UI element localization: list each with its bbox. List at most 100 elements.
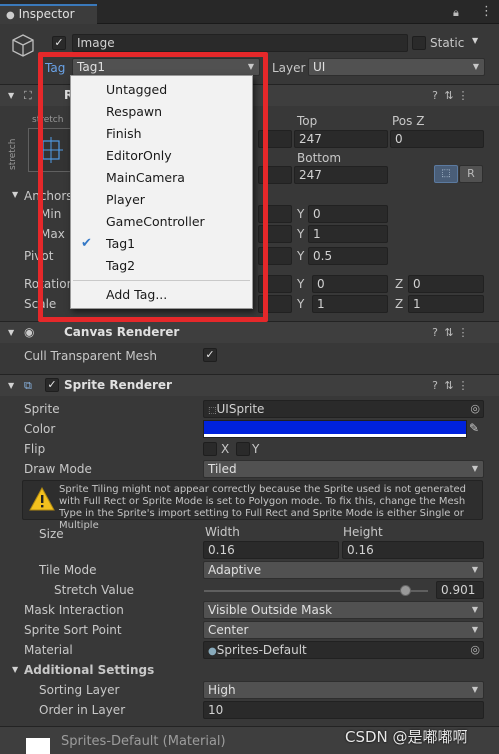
flip-x-checkbox[interactable]: [203, 442, 217, 456]
pivot-y-label: Y: [297, 249, 305, 263]
sprite-object-field[interactable]: ⬚UISprite ◎: [203, 400, 484, 418]
stretch-slider-track[interactable]: [204, 590, 428, 592]
material-label: Material: [24, 643, 73, 657]
mask-interaction-label: Mask Interaction: [24, 603, 124, 617]
sprite-sort-point-value: Center: [208, 623, 249, 637]
sorting-layer-label: Sorting Layer: [39, 683, 120, 697]
draw-mode-value: Tiled: [208, 462, 237, 476]
more-menu-icon[interactable]: ⋮: [480, 4, 493, 19]
cull-transparent-label: Cull Transparent Mesh: [24, 349, 157, 363]
order-in-layer-input[interactable]: 10: [203, 701, 484, 719]
anchors-min-y-label: Y: [297, 207, 305, 221]
collapse-arrow-icon[interactable]: ▼: [8, 322, 14, 343]
scale-z-input[interactable]: 1: [408, 295, 484, 313]
help-icon[interactable]: ?: [428, 322, 442, 343]
preset-icon[interactable]: ⇅: [442, 375, 456, 396]
posz-input[interactable]: 0: [390, 130, 484, 148]
material-thumbnail: [26, 738, 50, 754]
anchors-max-y-input[interactable]: 1: [308, 225, 388, 243]
flip-y-label: Y: [252, 442, 260, 456]
tiling-warning-box: Sprite Tiling might not appear correctly…: [22, 480, 483, 531]
gameobject-cube-icon: [10, 32, 36, 58]
static-dropdown-icon[interactable]: ▼: [472, 36, 478, 45]
more-icon[interactable]: ⋮: [456, 375, 470, 396]
tile-mode-dropdown[interactable]: Adaptive ▼: [203, 561, 484, 579]
layer-dropdown-value: UI: [313, 60, 326, 74]
size-label: Size: [39, 527, 64, 541]
eye-icon: ◉: [24, 325, 35, 339]
sprite-renderer-header[interactable]: ▼ ⧉ ✓ Sprite Renderer ? ⇅ ⋮: [0, 374, 499, 396]
sprite-object-value: UISprite: [216, 402, 265, 416]
additional-settings-fold-icon[interactable]: ▼: [12, 665, 18, 674]
chevron-down-icon: ▼: [471, 565, 478, 574]
bottom-label: Bottom: [297, 151, 342, 165]
size-height-input[interactable]: 0.16: [342, 541, 484, 559]
collapse-arrow-icon[interactable]: ▼: [8, 375, 14, 396]
help-icon[interactable]: ?: [428, 375, 442, 396]
info-icon: ●: [6, 10, 15, 21]
bottom-input[interactable]: 247: [294, 166, 388, 184]
blueprint-mode-button[interactable]: ⬚: [434, 165, 458, 183]
object-name-input[interactable]: Image: [72, 34, 408, 52]
cull-transparent-checkbox[interactable]: ✓: [203, 348, 217, 362]
chevron-down-icon: ▼: [472, 62, 479, 71]
rotation-z-input[interactable]: 0: [408, 275, 484, 293]
anchor-preset-side-label: stretch: [8, 138, 18, 170]
stretch-value-input[interactable]: 0.901: [436, 581, 484, 599]
help-icon[interactable]: ?: [428, 85, 442, 106]
stretch-slider-handle[interactable]: [399, 585, 411, 596]
stretch-value-label: Stretch Value: [54, 583, 135, 597]
tile-mode-label: Tile Mode: [39, 563, 97, 577]
static-label: Static: [430, 36, 465, 50]
flip-y-checkbox[interactable]: [236, 442, 250, 456]
size-width-input[interactable]: 0.16: [203, 541, 339, 559]
object-picker-icon[interactable]: ◎: [470, 401, 480, 417]
rotation-z-label: Z: [395, 277, 404, 291]
posz-label: Pos Z: [392, 114, 425, 128]
warning-icon: [29, 487, 55, 511]
mask-interaction-value: Visible Outside Mask: [208, 603, 333, 617]
draw-mode-label: Draw Mode: [24, 462, 92, 476]
sprite-sort-point-label: Sprite Sort Point: [24, 623, 122, 637]
more-icon[interactable]: ⋮: [456, 85, 470, 106]
rotation-y-input[interactable]: 0: [312, 275, 388, 293]
material-preview-title[interactable]: Sprites-Default (Material): [61, 734, 226, 749]
lock-icon[interactable]: 🔒︎: [453, 6, 459, 20]
sprite-renderer-icon: ⧉: [24, 379, 32, 392]
scale-y-input[interactable]: 1: [312, 295, 388, 313]
color-label: Color: [24, 422, 56, 436]
tab-inspector[interactable]: ● Inspector: [0, 4, 97, 24]
eyedropper-icon[interactable]: ✎: [469, 421, 479, 435]
layer-dropdown[interactable]: UI ▼: [308, 58, 485, 76]
static-checkbox[interactable]: [412, 36, 426, 50]
sprite-sort-point-dropdown[interactable]: Center ▼: [203, 621, 484, 639]
draw-mode-dropdown[interactable]: Tiled ▼: [203, 460, 484, 478]
sprite-label: Sprite: [24, 402, 60, 416]
sorting-layer-dropdown[interactable]: High ▼: [203, 681, 484, 699]
active-checkbox[interactable]: ✓: [52, 36, 66, 50]
object-picker-icon[interactable]: ◎: [470, 642, 480, 658]
tab-label: Inspector: [18, 7, 75, 21]
highlight-rectangle: [38, 52, 268, 322]
top-input[interactable]: 247: [294, 130, 388, 148]
mask-interaction-dropdown[interactable]: Visible Outside Mask ▼: [203, 601, 484, 619]
additional-settings-label[interactable]: Additional Settings: [24, 663, 154, 677]
anchors-max-y-label: Y: [297, 227, 305, 241]
raw-edit-button[interactable]: R: [459, 165, 483, 183]
color-swatch[interactable]: [203, 420, 467, 438]
anchors-min-y-input[interactable]: 0: [308, 205, 388, 223]
flip-label: Flip: [24, 442, 46, 456]
preset-icon[interactable]: ⇅: [442, 85, 456, 106]
material-asset-icon: ●: [208, 646, 217, 657]
canvas-renderer-header[interactable]: ▼ ◉ Canvas Renderer ? ⇅ ⋮: [0, 321, 499, 343]
tile-mode-value: Adaptive: [208, 563, 262, 577]
sprite-renderer-enabled-checkbox[interactable]: ✓: [45, 378, 59, 392]
material-object-field[interactable]: ●Sprites-Default ◎: [203, 641, 484, 659]
preset-icon[interactable]: ⇅: [442, 322, 456, 343]
collapse-arrow-icon[interactable]: ▼: [8, 85, 14, 106]
anchors-fold-icon[interactable]: ▼: [12, 190, 18, 199]
more-icon[interactable]: ⋮: [456, 322, 470, 343]
tiling-warning-text: Sprite Tiling might not appear correctly…: [59, 484, 467, 531]
sprite-renderer-title: Sprite Renderer: [64, 378, 172, 392]
pivot-y-input[interactable]: 0.5: [308, 247, 388, 265]
